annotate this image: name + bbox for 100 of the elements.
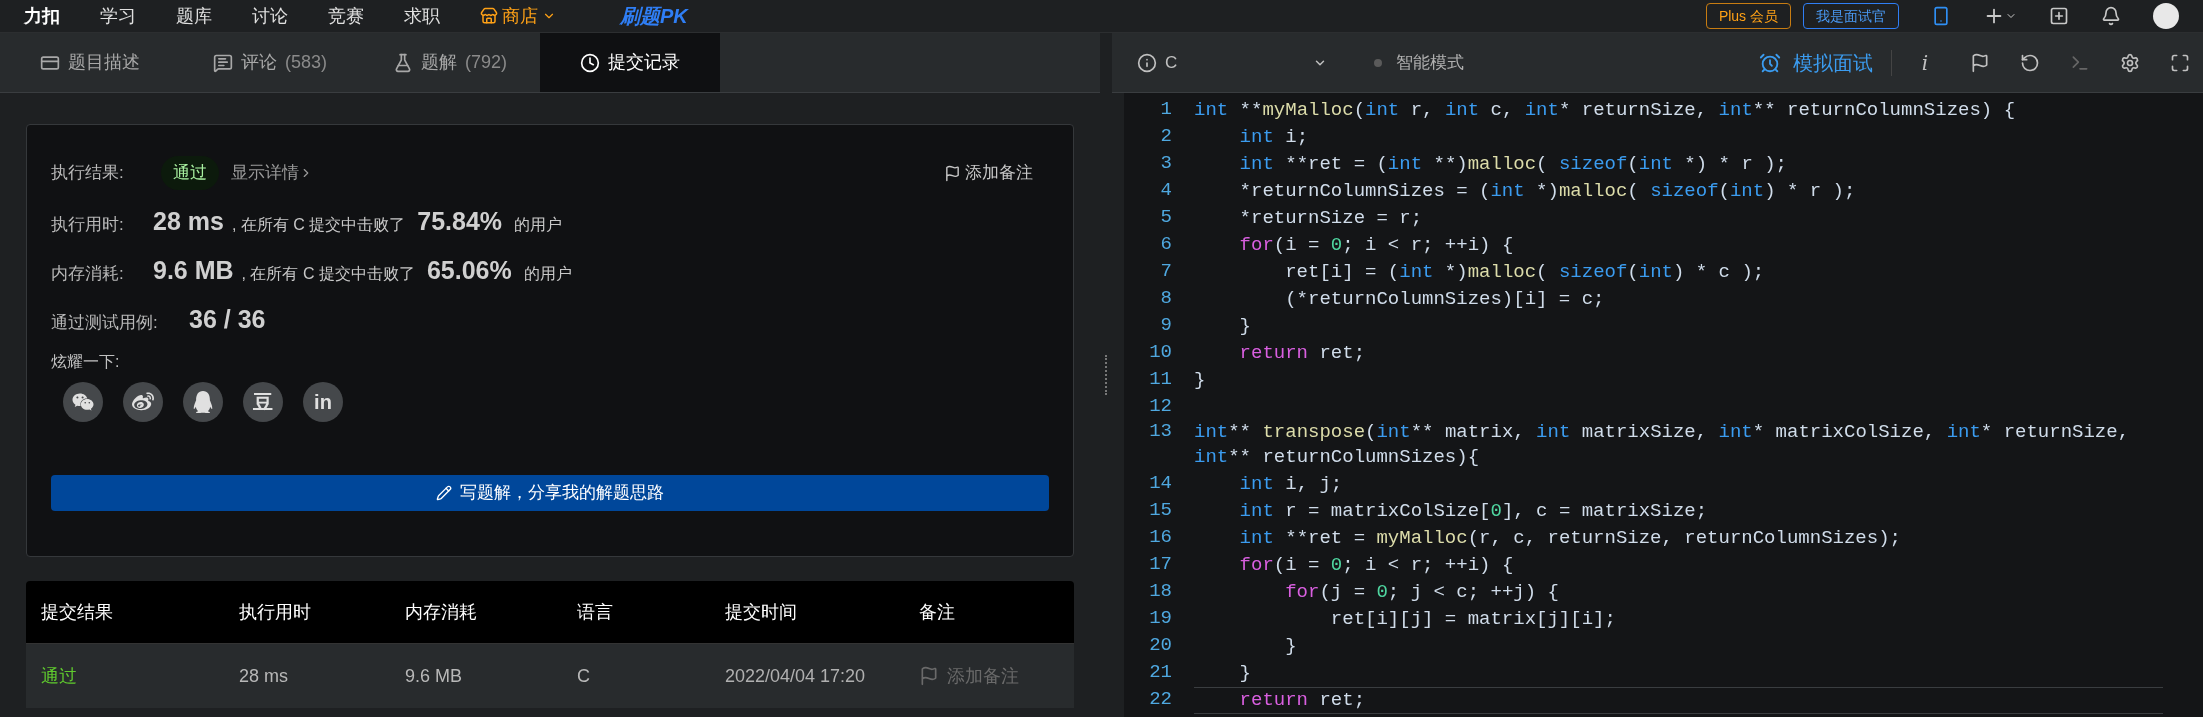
phone-icon[interactable] (1931, 6, 1951, 26)
code-line: } (1238, 315, 1251, 337)
code-line: } (1238, 662, 1251, 684)
nav-item[interactable]: 商店 (480, 2, 556, 30)
info-button[interactable]: i (1910, 47, 1940, 78)
mock-interview-button[interactable]: 模拟面试 (1759, 47, 1873, 78)
stat-percent: 75.84% (417, 206, 503, 237)
language-select[interactable]: C (1137, 49, 1327, 76)
mode-label[interactable]: 智能模式 (1396, 49, 1464, 76)
code-line: for(j = 0; j < c; ++j) { (1284, 581, 1559, 603)
line-number: 6 (1159, 232, 1172, 257)
code-line: ret[i] = (int *)malloc( sizeof(int) * c ); (1284, 261, 1765, 283)
stat-percent: 65.06% (426, 255, 512, 286)
code-line: return ret; (1238, 689, 1366, 711)
stat-text: 的用户 (523, 264, 572, 284)
stat-text: 的用户 (514, 215, 563, 235)
line-number: 18 (1148, 579, 1172, 604)
status-badge: 通过 (161, 156, 219, 190)
store-icon (480, 7, 498, 25)
tab[interactable]: 评论 (583) (180, 33, 360, 92)
bell-icon[interactable] (2101, 6, 2121, 26)
nav-item[interactable]: 竞赛 (328, 2, 364, 30)
stat-value: 28 ms (153, 206, 224, 237)
qq-share-button[interactable] (183, 382, 223, 422)
line-number: 17 (1148, 552, 1172, 577)
line-number: 10 (1148, 340, 1172, 365)
stat-text: , 在所有 C 提交中击败了 (241, 264, 415, 284)
share-button[interactable]: in (303, 382, 343, 422)
share-button[interactable]: 豆 (243, 382, 283, 422)
flag-icon[interactable] (1970, 52, 1990, 73)
column-header: 提交时间 (725, 600, 798, 624)
flask-icon (393, 52, 413, 73)
share-label: 炫耀一下: (51, 352, 120, 372)
details-link[interactable]: 显示详情 (231, 160, 313, 186)
plus-member-button[interactable]: Plus 会员 (1705, 3, 1791, 29)
weibo-icon (132, 391, 154, 413)
code-line: int r = matrixColSize[0], c = matrixSize; (1238, 500, 1708, 522)
qq-icon (192, 391, 214, 413)
nav-item[interactable]: 求职 (404, 2, 440, 30)
line-number: 13 (1148, 419, 1172, 444)
comment-icon (213, 52, 233, 73)
line-number: 2 (1159, 124, 1172, 149)
add-note-icon[interactable] (2049, 6, 2069, 26)
table-cell-text: 9.6 MB (405, 664, 464, 688)
tab[interactable]: 题解 (792) (360, 33, 540, 92)
code-line: } (1284, 635, 1297, 657)
field-label: 通过测试用例: (51, 312, 159, 334)
nav-item[interactable]: 讨论 (252, 2, 288, 30)
undo-icon[interactable] (2020, 52, 2040, 73)
line-number: 19 (1148, 606, 1172, 631)
weibo-share-button[interactable] (123, 382, 163, 422)
line-number: 9 (1159, 313, 1172, 338)
tab[interactable]: 题目描述 (0, 33, 180, 92)
code-line: int i, j; (1238, 473, 1343, 495)
tab[interactable]: 提交记录 (540, 33, 720, 92)
code-line: *returnColumnSizes = (int *)malloc( sizeof(int) * r ); (1238, 180, 1856, 202)
wechat-share-button[interactable] (63, 382, 103, 422)
field-label: 执行结果: (51, 162, 125, 185)
table-cell-text: 28 ms (239, 664, 290, 688)
nav-item[interactable]: 学习 (100, 2, 136, 30)
nav-item[interactable]: 题库 (176, 2, 212, 30)
fullscreen-icon[interactable] (2170, 52, 2190, 73)
line-number: 14 (1148, 471, 1172, 496)
alarm-clock-icon (1759, 51, 1781, 74)
column-header: 提交结果 (41, 600, 114, 624)
code-line: (*returnColumnSizes)[i] = c; (1284, 288, 1605, 310)
code-line: int **myMalloc(int r, int c, int* returnSize, int** returnColumnSizes) { (1194, 99, 2016, 121)
line-number: 3 (1159, 151, 1172, 176)
wechat-icon (72, 391, 94, 413)
code-line: int **ret = (int **)malloc( sizeof(int *) * r ); (1238, 153, 1787, 175)
column-header: 语言 (577, 600, 614, 624)
field-label: 内存消耗: (51, 263, 125, 285)
code-line: *returnSize = r; (1238, 207, 1423, 229)
interviewer-button[interactable]: 我是面试官 (1803, 3, 1899, 29)
code-editor[interactable] (1124, 93, 2203, 717)
status-link[interactable]: 通过 (41, 662, 239, 690)
line-number: 20 (1148, 633, 1172, 658)
settings-icon[interactable] (2120, 52, 2140, 73)
add-note-button[interactable]: 添加备注 (944, 160, 1033, 186)
code-line: return ret; (1238, 342, 1366, 364)
code-line: for(i = 0; i < r; ++i) { (1238, 554, 1514, 576)
code-line: for(i = 0; i < r; ++i) { (1238, 234, 1514, 256)
logo[interactable]: 力扣 (24, 2, 60, 30)
avatar[interactable] (2153, 3, 2179, 29)
promo-logo[interactable]: 刷题PK (620, 1, 688, 31)
write-solution-button[interactable]: 写题解，分享我的解题思路 (51, 475, 1049, 511)
line-number: 11 (1148, 367, 1172, 392)
line-number: 15 (1148, 498, 1172, 523)
line-number: 16 (1148, 525, 1172, 550)
pencil-icon (436, 485, 452, 501)
code-line: int i; (1238, 126, 1309, 148)
field-label: 执行用时: (51, 214, 125, 236)
resize-handle[interactable] (1104, 355, 1108, 395)
info-icon (1137, 52, 1157, 73)
column-header: 备注 (919, 600, 955, 624)
line-number: 8 (1159, 286, 1172, 311)
flag-icon (944, 164, 961, 182)
line-number: 7 (1159, 259, 1172, 284)
column-header: 内存消耗 (405, 600, 478, 624)
line-number: 4 (1159, 178, 1172, 203)
